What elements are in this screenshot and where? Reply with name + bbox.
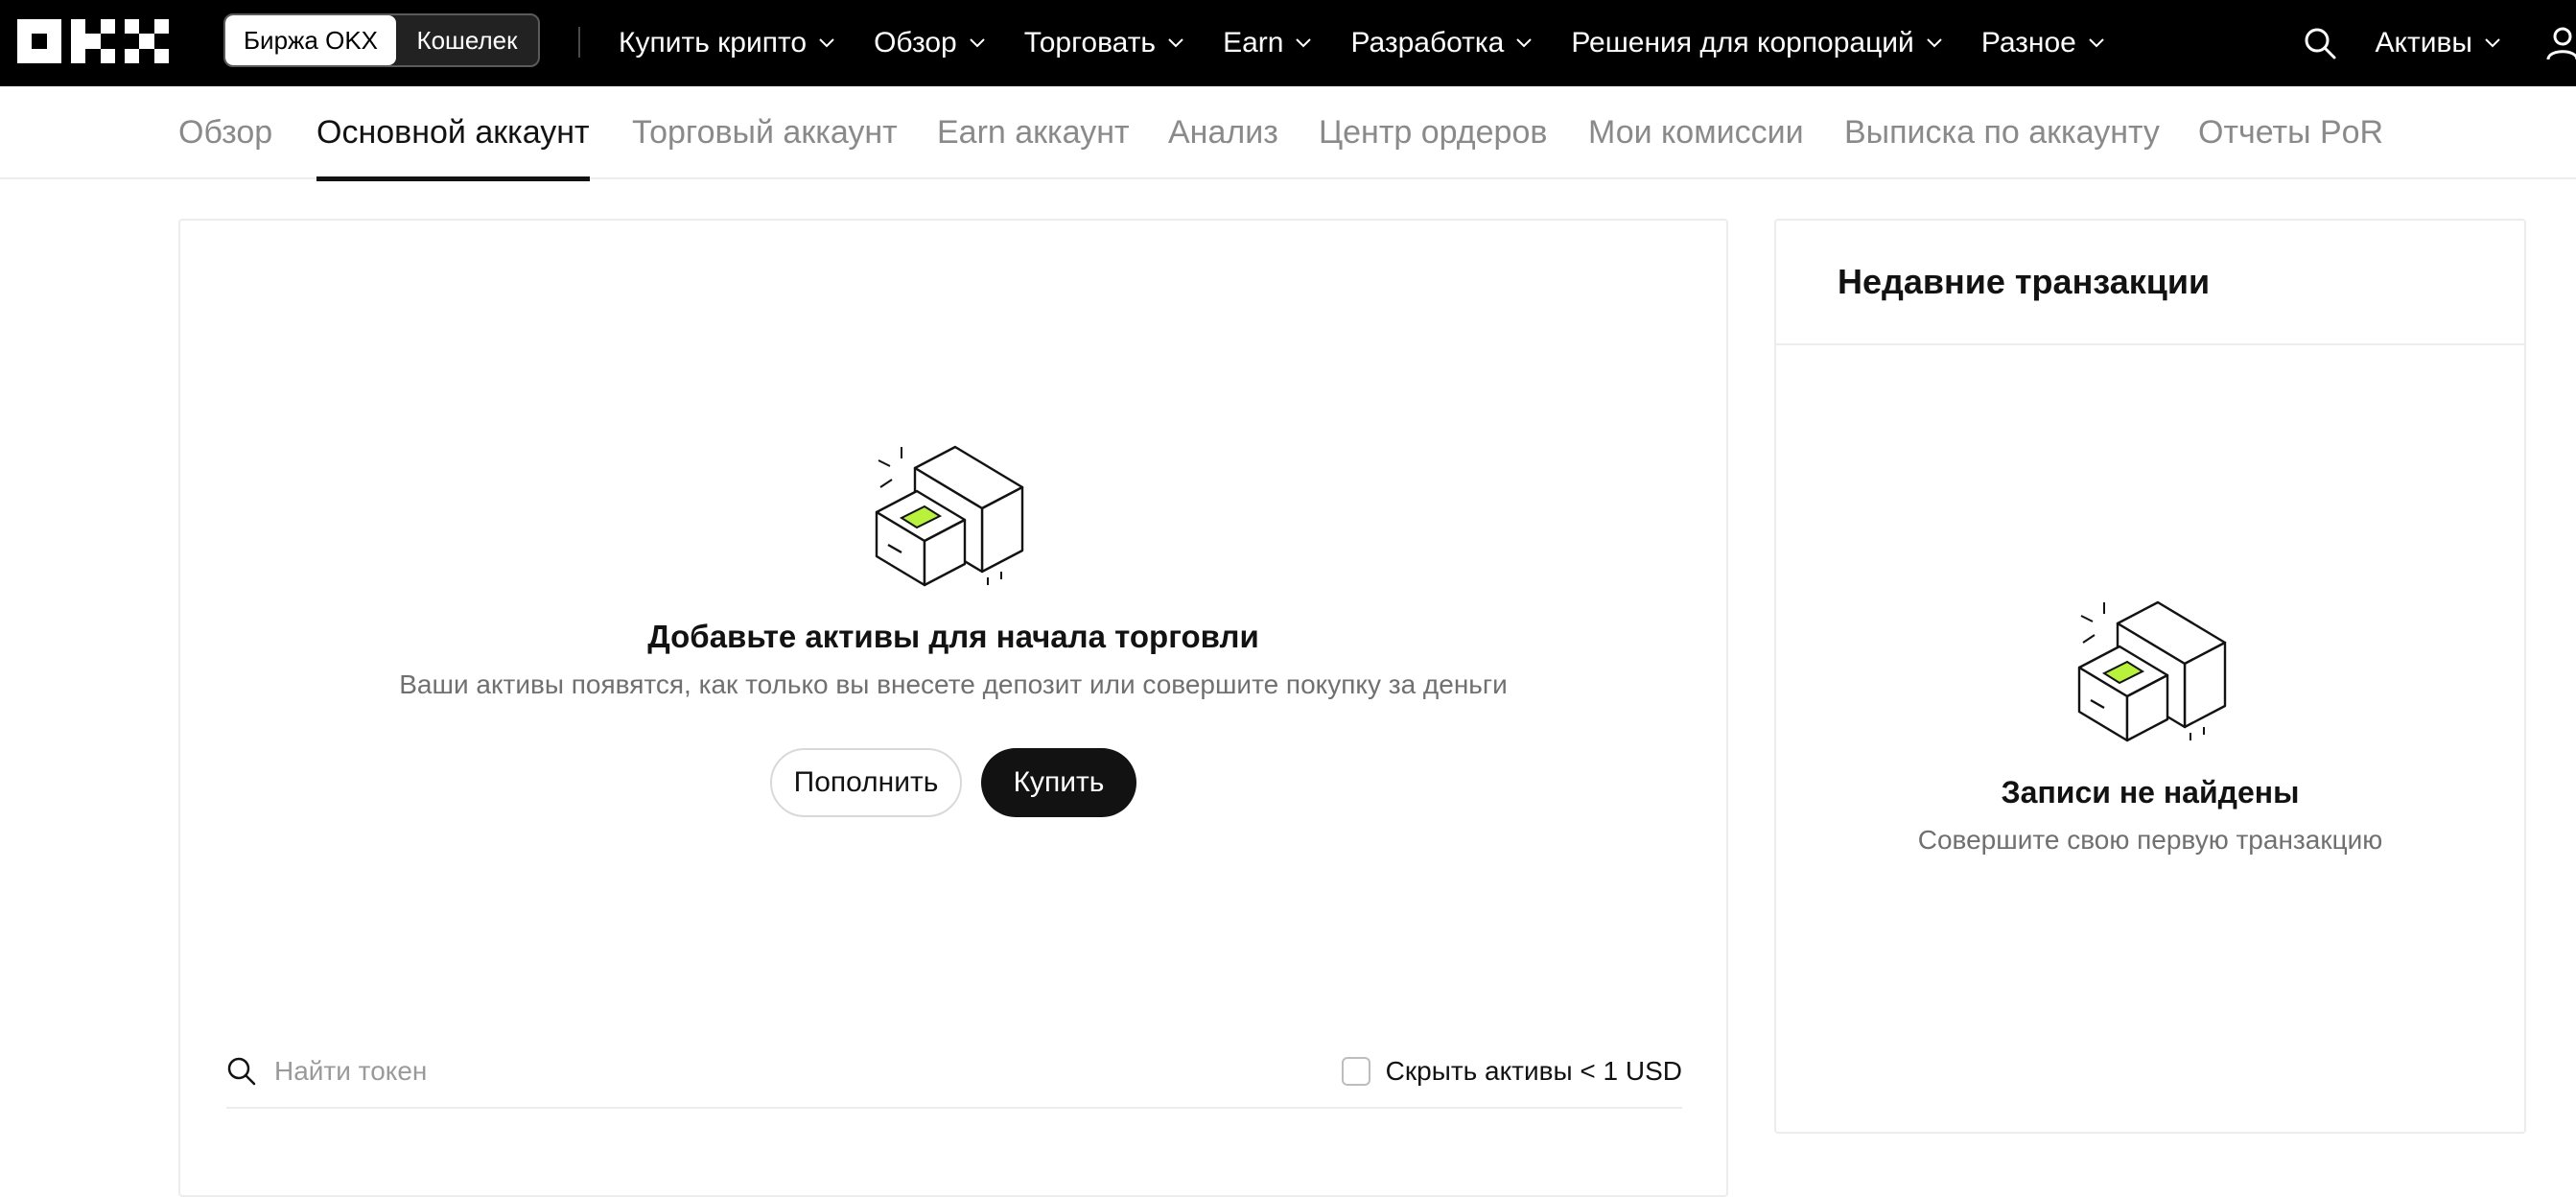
toggle-exchange[interactable]: Биржа OKX (225, 15, 396, 65)
nav-label: Разработка (1350, 27, 1505, 59)
nav-label: Обзор (874, 27, 957, 59)
buy-button[interactable]: Купить (981, 748, 1136, 817)
account-tabs: Обзор Основной аккаунт Торговый аккаунт … (0, 86, 2576, 181)
nav-label: Торговать (1023, 27, 1157, 59)
tab-earn-account[interactable]: Earn аккаунт (937, 86, 1130, 179)
chevron-down-icon (2485, 38, 2500, 48)
tab-trading-account[interactable]: Торговый аккаунт (632, 86, 898, 179)
tab-funding-account[interactable]: Основной аккаунт (316, 86, 590, 181)
chevron-down-icon (1168, 38, 1183, 48)
hide-small-assets-checkbox[interactable] (1341, 1057, 1370, 1086)
okx-logo[interactable] (17, 19, 171, 63)
tab-my-fees[interactable]: Мои комиссии (1588, 86, 1804, 179)
nav-earn[interactable]: Earn (1223, 27, 1312, 59)
tab-overview[interactable]: Обзор (178, 86, 272, 179)
chevron-down-icon (2089, 38, 2104, 48)
nav-label: Разное (1980, 27, 2076, 59)
toggle-wallet[interactable]: Кошелек (396, 15, 538, 65)
chevron-down-icon (819, 38, 834, 48)
search-icon (227, 1057, 256, 1086)
tab-por-reports[interactable]: Отчеты PoR (2198, 86, 2383, 179)
tab-order-center[interactable]: Центр ордеров (1319, 86, 1547, 179)
recent-transactions-title: Недавние транзакции (1776, 221, 2524, 345)
no-records-title: Записи не найдены (2001, 775, 2300, 810)
empty-state-actions: Пополнить Купить (180, 748, 1726, 817)
empty-state-subtitle: Ваши активы появятся, как только вы внес… (399, 669, 1508, 699)
exchange-wallet-toggle: Биржа OKX Кошелек (223, 13, 540, 67)
chevron-down-icon (1516, 38, 1533, 48)
tab-account-statement[interactable]: Выписка по аккаунту (1844, 86, 2160, 179)
no-records-subtitle: Совершите свою первую транзакцию (1917, 825, 2383, 855)
nav-overview[interactable]: Обзор (874, 27, 986, 59)
nav-divider (578, 27, 580, 58)
nav-buy-crypto[interactable]: Купить крипто (619, 27, 835, 59)
chevron-down-icon (1296, 38, 1312, 48)
assets-label: Активы (2375, 27, 2472, 59)
top-navbar: Биржа OKX Кошелек Купить крипто Обзор То… (0, 0, 2576, 86)
hide-small-assets-label: Скрыть активы < 1 USD (1385, 1056, 1682, 1086)
nav-label: Earn (1223, 27, 1284, 59)
nav-more[interactable]: Разное (1981, 27, 2105, 59)
empty-state-title: Добавьте активы для начала торговли (647, 619, 1259, 654)
nav-right: Активы (2303, 0, 2576, 86)
hide-small-assets-toggle[interactable]: Скрыть активы < 1 USD (1341, 1056, 1682, 1087)
deposit-button[interactable]: Пополнить (770, 748, 962, 817)
token-search-input[interactable] (274, 1056, 1342, 1087)
nav-trade[interactable]: Торговать (1024, 27, 1184, 59)
chevron-down-icon (1927, 38, 1942, 48)
search-icon[interactable] (2303, 26, 2337, 60)
empty-drawer-illustration (2077, 600, 2227, 742)
assets-card: Добавьте активы для начала торговли Ваши… (178, 219, 1728, 1197)
user-icon[interactable] (2543, 24, 2576, 62)
nav-build[interactable]: Разработка (1350, 27, 1533, 59)
recent-transactions-card: Недавние транзакции Записи не найдены Со… (1774, 219, 2526, 1134)
nav-label: Решения для корпораций (1571, 27, 1914, 59)
main-nav: Купить крипто Обзор Торговать Earn Разра… (619, 0, 2143, 86)
chevron-down-icon (970, 38, 985, 48)
assets-menu[interactable]: Активы (2376, 27, 2501, 59)
token-filter-row: Скрыть активы < 1 USD (226, 1036, 1682, 1109)
nav-label: Купить крипто (619, 27, 808, 59)
nav-institutional[interactable]: Решения для корпораций (1571, 27, 1942, 59)
tab-analysis[interactable]: Анализ (1168, 86, 1278, 179)
empty-drawer-illustration (875, 445, 1024, 587)
